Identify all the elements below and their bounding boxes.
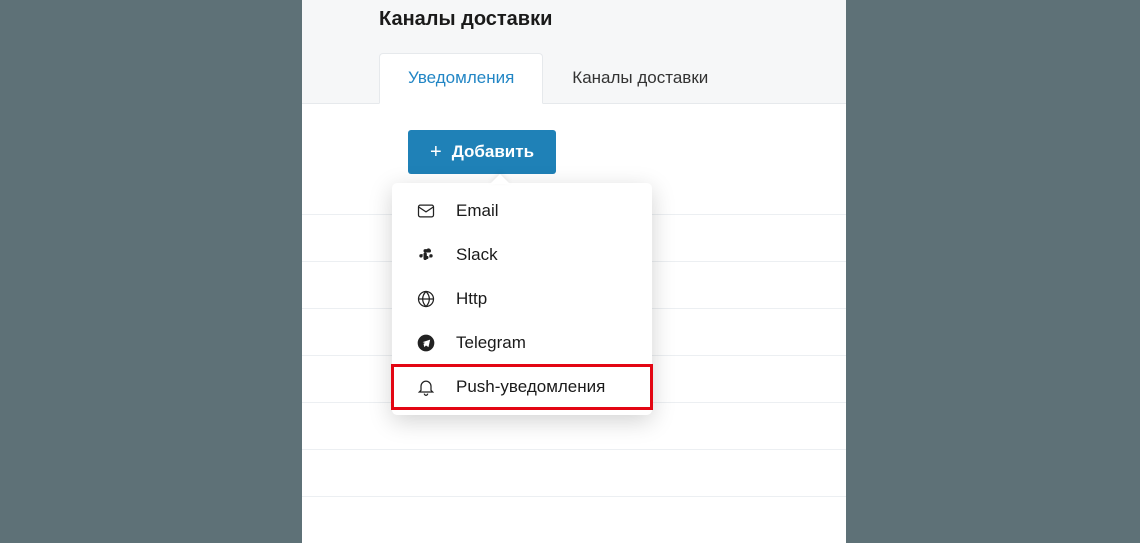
dropdown-item-http[interactable]: Http: [392, 277, 652, 321]
tab-notifications[interactable]: Уведомления: [379, 53, 543, 104]
dropdown-push-label: Push-уведомления: [456, 377, 605, 397]
add-dropdown: Email Slack Http Telegram: [392, 183, 652, 415]
dropdown-item-push[interactable]: Push-уведомления: [392, 365, 652, 409]
tab-delivery-label: Каналы доставки: [572, 68, 708, 87]
mail-icon: [416, 201, 436, 221]
dropdown-item-email[interactable]: Email: [392, 189, 652, 233]
dropdown-item-telegram[interactable]: Telegram: [392, 321, 652, 365]
table-row: [302, 449, 846, 496]
app-window: Каналы доставки Уведомления Каналы доста…: [302, 0, 846, 532]
add-button[interactable]: + Добавить: [408, 130, 556, 174]
slack-icon: [416, 245, 436, 265]
globe-icon: [416, 289, 436, 309]
dropdown-http-label: Http: [456, 289, 487, 309]
page-title: Каналы доставки: [302, 0, 846, 31]
bell-icon: [416, 377, 436, 397]
tabs: Уведомления Каналы доставки: [302, 53, 846, 104]
add-button-label: Добавить: [452, 142, 534, 162]
telegram-icon: [416, 333, 436, 353]
plus-icon: +: [430, 142, 442, 162]
dropdown-slack-label: Slack: [456, 245, 498, 265]
tab-delivery-channels[interactable]: Каналы доставки: [543, 53, 737, 103]
table-row: [302, 496, 846, 543]
tab-notifications-label: Уведомления: [408, 68, 514, 87]
dropdown-email-label: Email: [456, 201, 499, 221]
dropdown-item-slack[interactable]: Slack: [392, 233, 652, 277]
content-area: + Добавить Email Slack: [302, 104, 846, 543]
dropdown-telegram-label: Telegram: [456, 333, 526, 353]
